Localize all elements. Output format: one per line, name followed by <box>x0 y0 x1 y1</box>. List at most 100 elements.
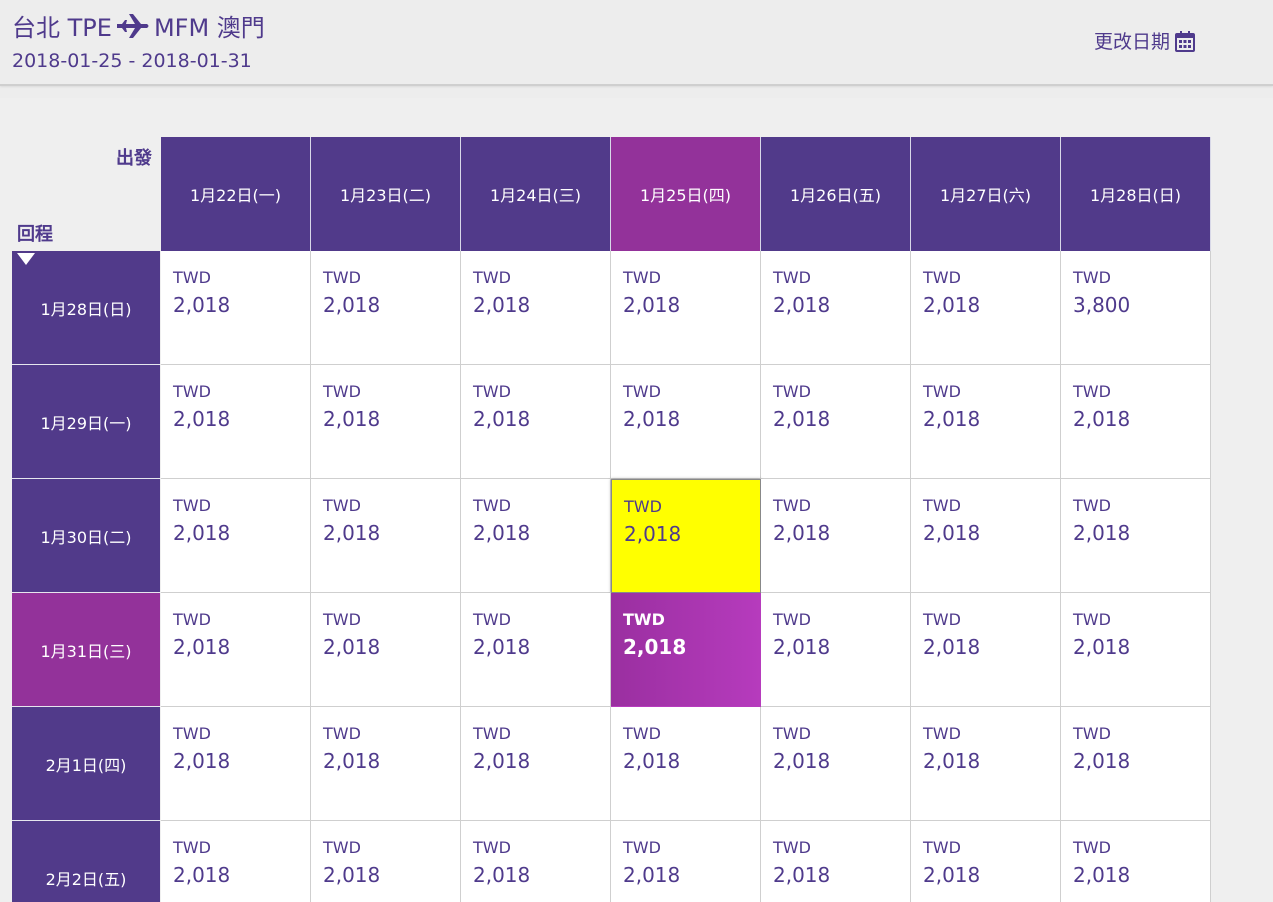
fare-currency: TWD <box>923 610 961 629</box>
fare-currency: TWD <box>1073 610 1111 629</box>
fare-cell[interactable]: TWD 2,018 <box>161 251 311 365</box>
fare-cell[interactable]: TWD 3,800 <box>1061 251 1211 365</box>
fare-cell[interactable]: TWD 2,018 <box>461 479 611 593</box>
fare-amount: 2,018 <box>1073 635 1131 659</box>
fare-amount: 2,018 <box>623 407 681 431</box>
fare-currency: TWD <box>623 382 661 401</box>
fare-currency: TWD <box>173 496 211 515</box>
fare-currency: TWD <box>323 724 361 743</box>
fare-currency: TWD <box>323 496 361 515</box>
fare-cell[interactable]: TWD 2,018 <box>761 479 911 593</box>
fare-cell[interactable]: TWD 2,018 <box>461 365 611 479</box>
fare-currency: TWD <box>773 838 811 857</box>
fare-cell[interactable]: TWD 2,018 <box>311 365 461 479</box>
fare-cell[interactable]: TWD 2,018 <box>911 479 1061 593</box>
fare-cell[interactable]: TWD 2,018 <box>911 251 1061 365</box>
depart-date-header: 1月26日(五) <box>761 137 911 251</box>
fare-cell[interactable]: TWD 2,018 <box>611 707 761 821</box>
fare-cell[interactable]: TWD 2,018 <box>311 821 461 902</box>
fare-cell[interactable]: TWD 2,018 <box>761 251 911 365</box>
fare-cell[interactable]: TWD 2,018 <box>611 593 761 707</box>
fare-cell[interactable]: TWD 2,018 <box>161 593 311 707</box>
fare-amount: 2,018 <box>923 293 981 317</box>
fare-currency: TWD <box>323 838 361 857</box>
fare-currency: TWD <box>1073 268 1111 287</box>
calendar-icon <box>1175 30 1196 52</box>
fare-amount: 2,018 <box>173 293 231 317</box>
fare-amount: 2,018 <box>773 863 831 887</box>
fare-cell[interactable]: TWD 2,018 <box>911 365 1061 479</box>
fare-currency: TWD <box>173 382 211 401</box>
fare-amount: 2,018 <box>173 521 231 545</box>
fare-cell[interactable]: TWD 2,018 <box>761 821 911 902</box>
fare-cell[interactable]: TWD 2,018 <box>761 707 911 821</box>
depart-date-header: 1月22日(一) <box>161 137 311 251</box>
fare-cell[interactable]: TWD 2,018 <box>1061 479 1211 593</box>
fare-currency: TWD <box>923 268 961 287</box>
fare-cell[interactable]: TWD 2,018 <box>611 251 761 365</box>
fare-currency: TWD <box>923 838 961 857</box>
fare-amount: 2,018 <box>323 635 381 659</box>
fare-currency: TWD <box>473 268 511 287</box>
fare-amount: 2,018 <box>173 635 231 659</box>
fare-amount: 2,018 <box>923 407 981 431</box>
fare-cell[interactable]: TWD 2,018 <box>311 593 461 707</box>
fare-cell[interactable]: TWD 2,018 <box>461 707 611 821</box>
fare-cell[interactable]: TWD 2,018 <box>611 365 761 479</box>
fare-currency: TWD <box>623 838 661 857</box>
fare-cell[interactable]: TWD 2,018 <box>161 821 311 902</box>
fare-amount: 2,018 <box>923 863 981 887</box>
fare-currency: TWD <box>323 268 361 287</box>
fare-amount: 2,018 <box>623 293 681 317</box>
fare-currency: TWD <box>923 496 961 515</box>
depart-date-header: 1月27日(六) <box>911 137 1061 251</box>
fare-amount: 2,018 <box>923 521 981 545</box>
fare-amount: 2,018 <box>623 635 687 659</box>
fare-cell[interactable]: TWD 2,018 <box>911 593 1061 707</box>
fare-amount: 2,018 <box>1073 407 1131 431</box>
fare-amount: 3,800 <box>1073 293 1131 317</box>
origin-label: 台北 TPE <box>12 14 112 42</box>
return-date-header: 1月30日(二) <box>12 479 160 593</box>
fare-cell[interactable]: TWD 2,018 <box>461 821 611 902</box>
fare-cell[interactable]: TWD 2,018 <box>761 365 911 479</box>
fare-cell[interactable]: TWD 2,018 <box>1061 365 1211 479</box>
fare-amount: 2,018 <box>473 521 531 545</box>
fare-cell[interactable]: TWD 2,018 <box>461 593 611 707</box>
page-header: 台北 TPE MFM 澳門 2018-01-25 - 2018-01-31 更改… <box>0 0 1273 86</box>
fare-cell[interactable]: TWD 2,018 <box>1061 593 1211 707</box>
fare-cell[interactable]: TWD 2,018 <box>311 479 461 593</box>
fare-cell[interactable]: TWD 2,018 <box>311 707 461 821</box>
change-date-label: 更改日期 <box>1094 31 1171 53</box>
fare-currency: TWD <box>1073 382 1111 401</box>
fare-cell[interactable]: TWD 2,018 <box>311 251 461 365</box>
fare-cell[interactable]: TWD 2,018 <box>1061 707 1211 821</box>
depart-date-header: 1月23日(二) <box>311 137 461 251</box>
fare-currency: TWD <box>473 610 511 629</box>
fare-currency: TWD <box>624 497 662 516</box>
fare-cell[interactable]: TWD 2,018 <box>611 821 761 902</box>
fare-amount: 2,018 <box>173 863 231 887</box>
fare-amount: 2,018 <box>473 749 531 773</box>
fare-amount: 2,018 <box>323 863 381 887</box>
depart-axis-label: 出發 <box>116 148 152 169</box>
fare-cell[interactable]: TWD 2,018 <box>461 251 611 365</box>
change-date-button[interactable]: 更改日期 <box>1094 27 1196 54</box>
fare-currency: TWD <box>323 610 361 629</box>
fare-amount: 2,018 <box>923 635 981 659</box>
fare-amount: 2,018 <box>773 635 831 659</box>
fare-cell[interactable]: TWD 2,018 <box>161 707 311 821</box>
destination-label: MFM 澳門 <box>153 14 265 42</box>
fare-currency: TWD <box>773 724 811 743</box>
fare-cell[interactable]: TWD 2,018 <box>911 707 1061 821</box>
fare-cell[interactable]: TWD 2,018 <box>161 365 311 479</box>
fare-amount: 2,018 <box>323 749 381 773</box>
fare-cell[interactable]: TWD 2,018 <box>911 821 1061 902</box>
fare-amount: 2,018 <box>923 749 981 773</box>
fare-cell[interactable]: TWD 2,018 <box>161 479 311 593</box>
fare-cell[interactable]: TWD 2,018 <box>1061 821 1211 902</box>
return-date-header: 2月2日(五) <box>12 821 160 902</box>
fare-cell[interactable]: TWD 2,018 <box>761 593 911 707</box>
fare-cell[interactable]: TWD 2,018 <box>611 479 761 593</box>
fare-currency: TWD <box>1073 496 1111 515</box>
